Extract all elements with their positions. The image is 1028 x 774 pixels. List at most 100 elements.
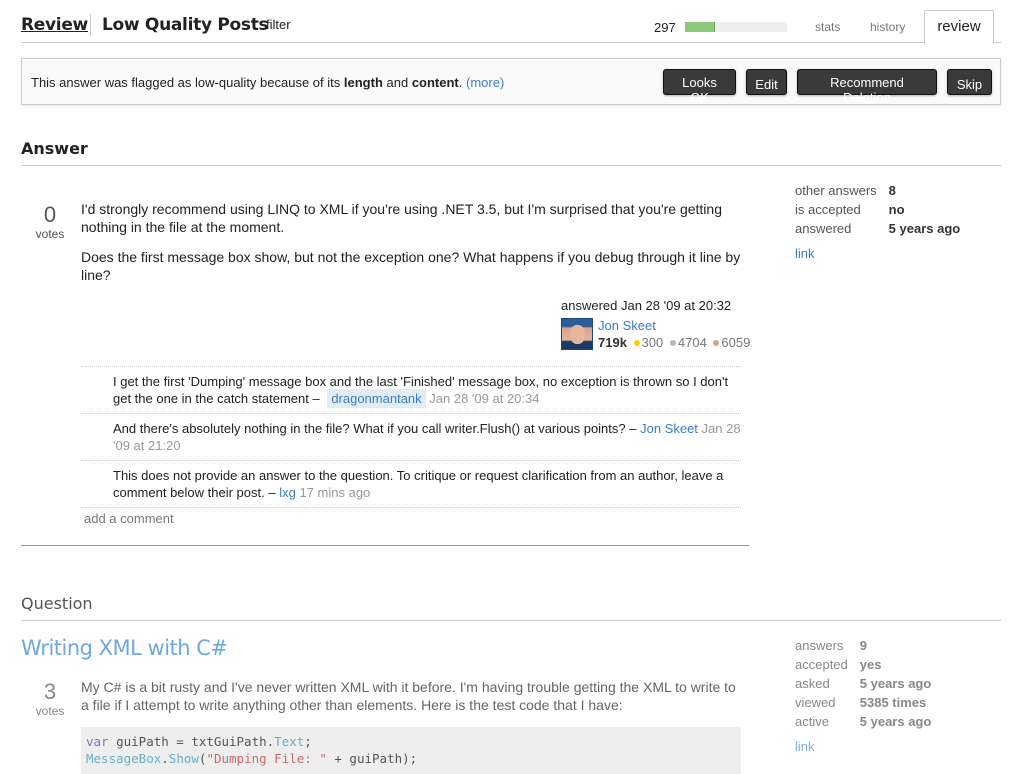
flag-reason-length: length xyxy=(343,75,383,90)
gold-badge-count: 300 xyxy=(641,335,664,350)
edit-button[interactable]: Edit xyxy=(746,69,787,95)
question-votes-label: votes xyxy=(35,704,65,718)
add-comment-link[interactable]: add a comment xyxy=(84,511,174,526)
looks-ok-button[interactable]: Looks OK xyxy=(663,69,736,105)
comment: I get the first 'Dumping' message box an… xyxy=(81,367,741,414)
comment-user-link[interactable]: dragonmantank xyxy=(327,389,426,408)
answer-stats-table: other answers 8 is accepted no answered 5 y… xyxy=(795,183,960,240)
comment-text: This does not provide an answer to the q… xyxy=(113,468,724,500)
code-plain: ; xyxy=(304,734,312,749)
stat-value: 9 xyxy=(859,638,867,653)
stat-row: asked 5 years ago xyxy=(795,676,931,695)
avatar[interactable] xyxy=(561,318,593,350)
review-count: 297 xyxy=(654,20,676,35)
answer-stats: other answers 8 is accepted no answered 5 y… xyxy=(795,183,960,261)
flag-reason-content: content xyxy=(411,75,459,90)
code-plain: + guiPath); xyxy=(326,751,418,766)
stat-value: 5 years ago xyxy=(888,221,961,236)
skip-button[interactable]: Skip xyxy=(947,69,992,95)
question-stats-table: answers 9 accepted yes asked 5 years ago vi… xyxy=(795,638,931,733)
question-paragraph: My C# is a bit rusty and I've never writ… xyxy=(81,679,736,713)
stat-row: is accepted no xyxy=(795,202,960,221)
comment-date: Jan 28 '09 at 20:34 xyxy=(429,391,540,406)
code-line: MessageBox.Show("Dumping File: " + guiPa… xyxy=(86,750,736,767)
filter-link[interactable]: filter xyxy=(266,17,291,32)
answer-body: I'd strongly recommend using LINQ to XML… xyxy=(81,200,741,296)
stat-value: 5 years ago xyxy=(859,714,932,729)
stat-key: viewed xyxy=(795,695,836,710)
tab-review[interactable]: review xyxy=(924,10,994,44)
question-vote-cell: 3 votes xyxy=(28,679,72,719)
question-heading: Question xyxy=(21,594,1001,621)
stat-row: answered 5 years ago xyxy=(795,221,960,240)
reputation-score: 719k xyxy=(598,335,627,350)
question-permalink[interactable]: link xyxy=(795,739,931,754)
answer-author-link[interactable]: Jon Skeet xyxy=(598,318,656,333)
stat-value: 5385 times xyxy=(859,695,927,710)
stat-value: 5 years ago xyxy=(859,676,932,691)
stat-key: other answers xyxy=(795,183,877,198)
answered-date: answered Jan 28 '09 at 20:32 xyxy=(561,298,732,313)
comment-user-link[interactable]: Jon Skeet xyxy=(640,421,698,436)
code-block: var guiPath = txtGuiPath.Text; MessageBo… xyxy=(81,727,741,774)
stat-key: active xyxy=(795,714,829,729)
review-progress-fill xyxy=(685,22,715,32)
stat-key: accepted xyxy=(795,657,848,672)
stat-key: is accepted xyxy=(795,202,861,217)
stat-key: answered xyxy=(795,221,852,236)
recommend-deletion-button[interactable]: Recommend Deletion xyxy=(797,69,937,105)
queue-title: Low Quality Posts xyxy=(102,15,269,35)
answer-paragraph: Does the first message box show, but not… xyxy=(81,249,741,283)
comment-text: And there's absolutely nothing in the fi… xyxy=(113,421,641,436)
stat-value: 8 xyxy=(888,183,896,198)
author-reputation: 719k 300 4704 6059 xyxy=(598,335,750,350)
stat-key: asked xyxy=(795,676,830,691)
stat-value: no xyxy=(888,202,905,217)
stat-value: yes xyxy=(859,657,882,672)
review-progress-bar xyxy=(685,22,787,32)
stat-row: accepted yes xyxy=(795,657,931,676)
code-plain: . xyxy=(161,751,169,766)
question-title-link[interactable]: Writing XML with C# xyxy=(21,636,228,660)
silver-badge-count: 4704 xyxy=(677,335,707,350)
stat-row: active 5 years ago xyxy=(795,714,931,733)
code-keyword: var xyxy=(86,734,109,749)
stat-row: viewed 5385 times xyxy=(795,695,931,714)
answer-paragraph: I'd strongly recommend using LINQ to XML… xyxy=(81,201,722,235)
code-type: MessageBox xyxy=(86,751,162,766)
comment-list: I get the first 'Dumping' message box an… xyxy=(81,366,741,508)
code-type: Text xyxy=(274,734,305,749)
code-plain: guiPath = txtGuiPath. xyxy=(108,734,275,749)
code-line: var guiPath = txtGuiPath.Text; xyxy=(86,733,736,750)
answer-vote-count: 0 xyxy=(43,202,57,227)
comment-user-link[interactable]: lxg xyxy=(279,485,296,500)
more-link[interactable]: (more) xyxy=(466,75,504,90)
code-type: Show xyxy=(168,751,199,766)
gold-badge-icon xyxy=(633,340,640,347)
tab-history[interactable]: history xyxy=(870,20,905,34)
answer-divider xyxy=(21,545,749,546)
answer-heading: Answer xyxy=(21,139,1001,166)
flag-reason-text: . xyxy=(458,75,466,90)
flag-banner: This answer was flagged as low-quality b… xyxy=(21,58,1001,105)
bronze-badge-count: 6059 xyxy=(721,335,751,350)
comment: And there's absolutely nothing in the fi… xyxy=(81,414,741,461)
question-stats: answers 9 accepted yes asked 5 years ago vi… xyxy=(795,638,931,754)
stat-key: answers xyxy=(795,638,844,653)
answer-votes-label: votes xyxy=(35,227,65,241)
review-home-link[interactable]: Review xyxy=(21,15,88,35)
flag-reason-text: This answer was flagged as low-quality b… xyxy=(31,75,344,90)
answer-vote-cell: 0 votes xyxy=(28,202,72,242)
stat-row: other answers 8 xyxy=(795,183,960,202)
answer-permalink[interactable]: link xyxy=(795,246,960,261)
bronze-badge-icon xyxy=(713,340,720,347)
tab-stats[interactable]: stats xyxy=(815,20,840,34)
avatar-face xyxy=(570,325,585,344)
review-header: Review Low Quality Posts filter 297 stat… xyxy=(21,0,1001,44)
code-string: "Dumping File: " xyxy=(206,751,327,766)
silver-badge-icon xyxy=(669,340,676,347)
flag-reason: This answer was flagged as low-quality b… xyxy=(31,75,504,90)
comment: This does not provide an answer to the q… xyxy=(81,461,741,508)
comment-date: 17 mins ago xyxy=(299,485,371,500)
question-vote-count: 3 xyxy=(43,679,57,704)
